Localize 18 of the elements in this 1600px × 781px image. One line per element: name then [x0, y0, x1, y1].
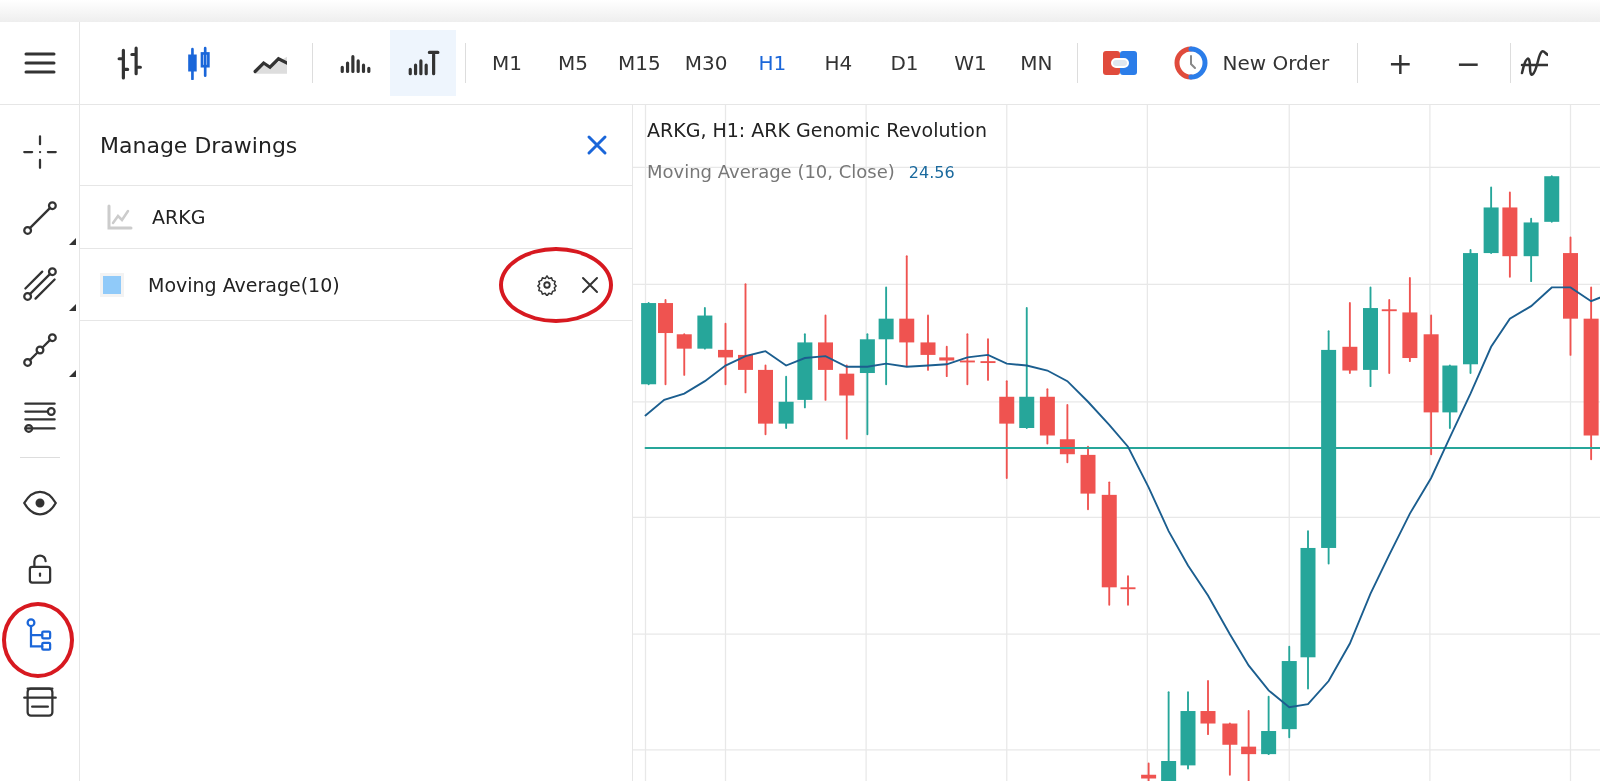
timeframe-tab[interactable]: H1	[747, 45, 798, 81]
indicator-label: Moving Average (10, Close)	[647, 161, 895, 182]
timeframe-tab[interactable]: M1	[482, 45, 532, 81]
timeframe-tab[interactable]: D1	[879, 45, 930, 81]
panel-title: Manage Drawings	[100, 132, 298, 158]
timeframe-tab[interactable]: M15	[614, 45, 665, 81]
drawing-label: Moving Average(10)	[148, 273, 340, 296]
timeframe-tab[interactable]: M5	[548, 45, 598, 81]
new-order-button[interactable]: New Order	[1166, 40, 1338, 86]
indicator-value: 24.56	[908, 163, 955, 182]
timeframe-tab[interactable]: H4	[813, 45, 864, 81]
timeframe-tab[interactable]: MN	[1011, 45, 1062, 81]
drawing-label: ARKG	[152, 206, 206, 228]
timeframe-tab[interactable]: W1	[945, 45, 996, 81]
zoom-button[interactable]: −	[1438, 45, 1499, 81]
chart-title: ARKG, H1: ARK Genomic Revolution	[647, 119, 987, 141]
zoom-button[interactable]: +	[1370, 45, 1431, 81]
timeframe-tab[interactable]: M30	[680, 45, 732, 81]
